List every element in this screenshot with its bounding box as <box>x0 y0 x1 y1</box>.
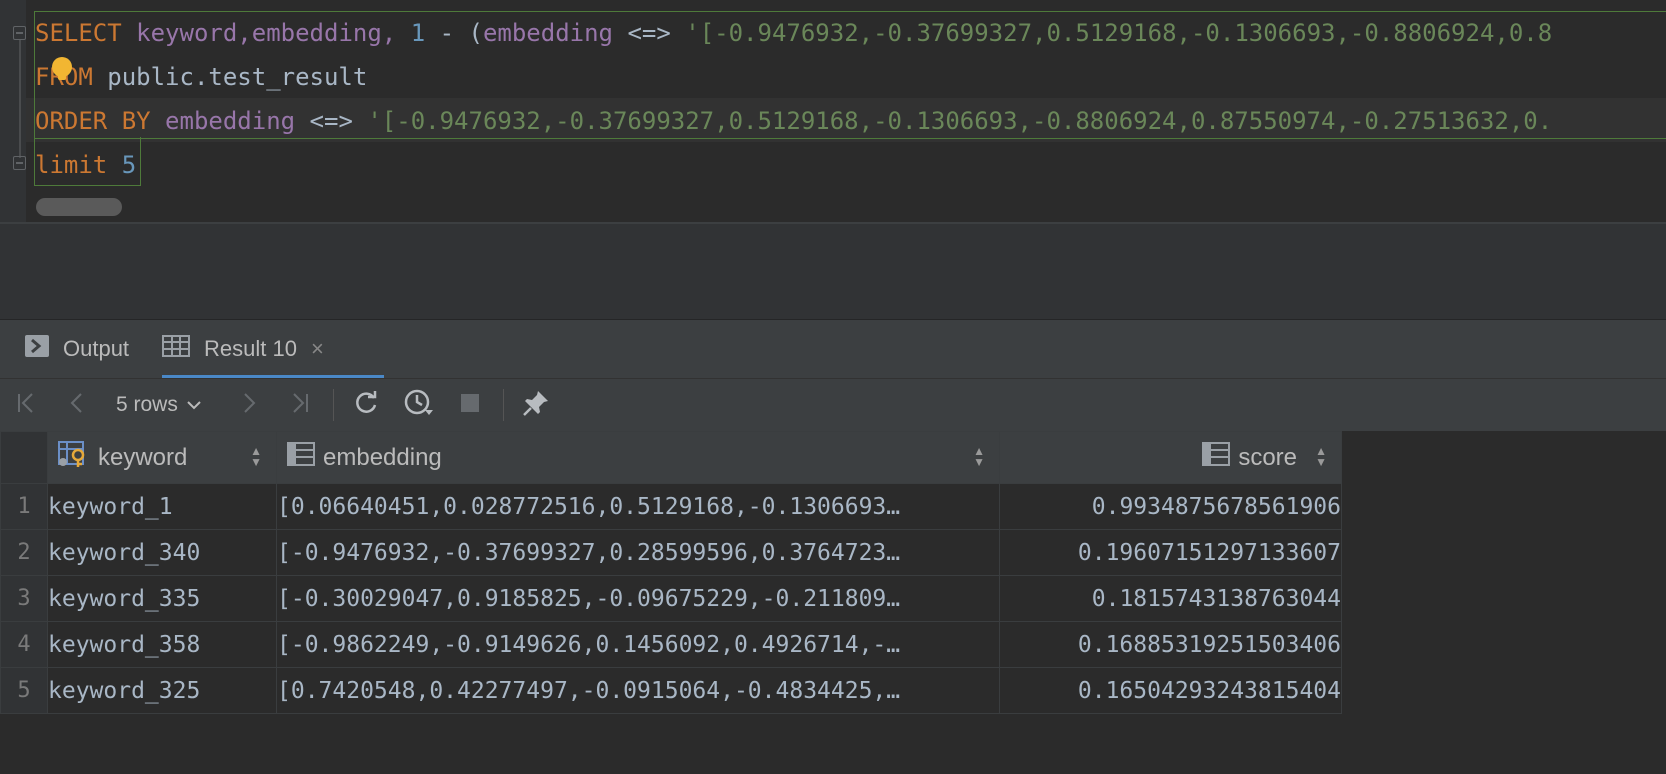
sql-editor[interactable]: SELECT keyword,embedding, 1 - (embedding… <box>0 0 1666 222</box>
string-literal: '[-0.9476932,-0.37699327,0.5129168,-0.13… <box>685 19 1553 47</box>
cell-keyword[interactable]: keyword_1 <box>47 483 277 530</box>
chevron-right-icon <box>237 391 261 420</box>
pin-icon <box>522 389 550 422</box>
column-header-label: embedding <box>323 443 442 471</box>
cell-embedding[interactable]: [-0.9862249,-0.9149626,0.1456092,0.49267… <box>276 621 1000 668</box>
intention-bulb-icon[interactable] <box>52 57 72 80</box>
history-button[interactable] <box>402 379 436 431</box>
page-size-select[interactable]: 5 rows <box>116 379 202 431</box>
first-page-icon <box>15 391 39 420</box>
close-tab-icon[interactable]: × <box>311 336 324 362</box>
cell-score[interactable]: 0.16504293243815404 <box>999 667 1342 714</box>
sort-icon[interactable]: ▲ ▼ <box>250 445 262 468</box>
row-number-header <box>0 431 48 484</box>
chevron-down-icon <box>186 399 202 411</box>
tab-result-label: Result 10 <box>204 336 297 361</box>
primary-key-column-icon <box>58 441 90 474</box>
select-columns: keyword,embedding, <box>121 19 397 47</box>
cell-keyword[interactable]: keyword_340 <box>47 529 277 576</box>
last-page-icon <box>287 391 311 420</box>
table-row[interactable]: 4 keyword_358 [-0.9862249,-0.9149626,0.1… <box>0 621 1342 668</box>
row-number: 5 <box>0 667 48 714</box>
cell-embedding[interactable]: [-0.30029047,0.9185825,-0.09675229,-0.21… <box>276 575 1000 622</box>
toolbar-separator <box>333 389 334 421</box>
column-header-label: keyword <box>98 443 188 471</box>
sort-icon[interactable]: ▲ ▼ <box>1315 445 1327 468</box>
column-ref: embedding <box>150 107 296 135</box>
stop-button[interactable] <box>456 379 484 431</box>
last-page-button[interactable] <box>284 379 314 431</box>
previous-page-button[interactable] <box>62 379 92 431</box>
fold-start-icon[interactable] <box>13 26 26 40</box>
result-toolbar: 5 rows <box>0 378 1666 431</box>
empty-panel <box>0 224 1666 320</box>
row-number: 4 <box>0 621 48 668</box>
tab-output-label: Output <box>63 336 130 361</box>
clock-icon <box>403 388 435 423</box>
rows-count-label: 5 rows <box>116 393 178 416</box>
cell-embedding[interactable]: [0.7420548,0.42277497,-0.0915064,-0.4834… <box>276 667 1000 714</box>
code-line-1[interactable]: SELECT keyword,embedding, 1 - (embedding… <box>35 13 1552 53</box>
cell-embedding[interactable]: [-0.9476932,-0.37699327,0.28599596,0.376… <box>276 529 1000 576</box>
tab-result-10[interactable]: Result 10 × <box>162 320 356 378</box>
sort-icon[interactable]: ▲ ▼ <box>973 445 985 468</box>
table-row[interactable]: 2 keyword_340 [-0.9476932,-0.37699327,0.… <box>0 529 1342 576</box>
result-table: keyword ▲ ▼ embedding ▲ ▼ score ▲ ▼ 1 ke… <box>0 431 1342 714</box>
next-page-button[interactable] <box>234 379 264 431</box>
column-header-score[interactable]: score ▲ ▼ <box>999 431 1342 484</box>
row-number: 3 <box>0 575 48 622</box>
fold-end-icon[interactable] <box>13 156 26 170</box>
column-header-label: score <box>1238 443 1297 471</box>
refresh-icon <box>352 389 380 422</box>
row-number: 2 <box>0 529 48 576</box>
table-row[interactable]: 5 keyword_325 [0.7420548,0.42277497,-0.0… <box>0 667 1342 714</box>
sql-keyword: ORDER BY <box>35 107 151 135</box>
cell-embedding[interactable]: [0.06640451,0.028772516,0.5129168,-0.130… <box>276 483 1000 530</box>
code-line-3[interactable]: ORDER BY embedding <=> '[-0.9476932,-0.3… <box>35 101 1552 141</box>
number-literal: 1 <box>396 19 426 47</box>
chevron-left-icon <box>65 391 89 420</box>
result-grid[interactable]: keyword ▲ ▼ embedding ▲ ▼ score ▲ ▼ 1 ke… <box>0 431 1666 774</box>
number-literal: 5 <box>107 151 137 179</box>
operator: <=> <box>613 19 686 47</box>
cell-keyword[interactable]: keyword_325 <box>47 667 277 714</box>
stop-icon <box>459 392 481 419</box>
column-icon <box>1202 442 1231 473</box>
operator: - ( <box>425 19 483 47</box>
first-page-button[interactable] <box>12 379 42 431</box>
table-ref: public.test_result <box>92 63 368 91</box>
pin-tab-button[interactable] <box>520 379 552 431</box>
column-header-embedding[interactable]: embedding ▲ ▼ <box>276 431 1000 484</box>
table-row[interactable]: 3 keyword_335 [-0.30029047,0.9185825,-0.… <box>0 575 1342 622</box>
code-line-2[interactable]: FROM public.test_result <box>35 57 367 97</box>
row-number: 1 <box>0 483 48 530</box>
sql-keyword: limit <box>35 151 108 179</box>
operator: <=> <box>295 107 368 135</box>
refresh-button[interactable] <box>350 379 382 431</box>
tab-output[interactable]: Output <box>25 320 129 378</box>
toolbar-separator <box>503 389 504 421</box>
horizontal-scrollbar[interactable] <box>36 198 122 216</box>
sql-keyword: SELECT <box>35 19 122 47</box>
fold-guide <box>19 40 21 158</box>
cell-score[interactable]: 0.9934875678561906 <box>999 483 1342 530</box>
table-row[interactable]: 1 keyword_1 [0.06640451,0.028772516,0.51… <box>0 483 1342 530</box>
cell-score[interactable]: 0.19607151297133607 <box>999 529 1342 576</box>
column-icon <box>287 442 315 473</box>
column-ref: embedding <box>482 19 613 47</box>
cell-score[interactable]: 0.16885319251503406 <box>999 621 1342 668</box>
tool-window-tabs: Output Result 10 × <box>0 320 1666 379</box>
table-icon <box>162 335 190 363</box>
console-icon <box>25 335 49 363</box>
cell-keyword[interactable]: keyword_335 <box>47 575 277 622</box>
string-literal: '[-0.9476932,-0.37699327,0.5129168,-0.13… <box>367 107 1553 135</box>
code-line-4[interactable]: limit 5 <box>35 145 136 185</box>
cell-keyword[interactable]: keyword_358 <box>47 621 277 668</box>
column-header-keyword[interactable]: keyword ▲ ▼ <box>47 431 277 484</box>
header-row: keyword ▲ ▼ embedding ▲ ▼ score ▲ ▼ <box>0 431 1342 484</box>
cell-score[interactable]: 0.1815743138763044 <box>999 575 1342 622</box>
